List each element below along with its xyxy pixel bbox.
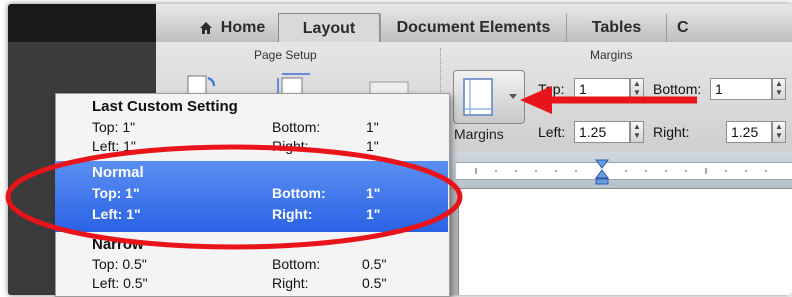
annotation-overlay (5, 86, 697, 250)
highlight-ellipse (5, 144, 463, 250)
arrow-left-icon (520, 86, 552, 114)
